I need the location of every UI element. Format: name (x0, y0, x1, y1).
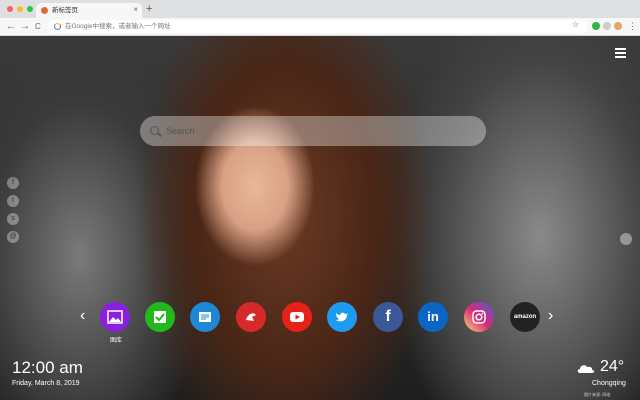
tab-bar: 新标签页 × + (0, 0, 640, 18)
linkedin-app-icon[interactable]: in (418, 302, 448, 332)
browser-toolbar: ← → C 在Google中搜索，或者输入一个网址 ☆ ⋮ (0, 18, 640, 36)
tab-new-tab[interactable]: 新标签页 × (36, 3, 142, 18)
instagram-app-icon[interactable] (464, 302, 494, 332)
youtube-app-icon[interactable] (282, 302, 312, 332)
user-icon[interactable] (620, 233, 632, 245)
menu-icon[interactable] (615, 48, 626, 60)
extension-green-icon[interactable] (592, 22, 600, 30)
tab-title: 新标签页 (52, 7, 78, 14)
search-icon (150, 126, 159, 135)
amazon-app-icon[interactable]: amazon (510, 302, 540, 332)
maximize-window-button[interactable] (27, 6, 33, 12)
gallery-app-label: 图库 (109, 338, 122, 344)
snapchat-icon[interactable]: s (7, 213, 19, 225)
search-bar[interactable]: Search (140, 116, 486, 146)
twitter-icon[interactable]: t (7, 195, 19, 207)
twitter-app-icon[interactable] (327, 302, 357, 332)
back-button[interactable]: ← (6, 19, 16, 34)
facebook-icon[interactable]: f (7, 177, 19, 189)
google-icon (54, 23, 61, 30)
bookmark-star-icon[interactable]: ☆ (572, 18, 579, 31)
clock: 12:00 am (12, 358, 83, 377)
extension-gray-icon[interactable] (603, 22, 611, 30)
address-bar-placeholder: 在Google中搜索，或者输入一个网址 (65, 23, 171, 30)
tab-close-button[interactable]: × (133, 4, 138, 16)
minimize-window-button[interactable] (17, 6, 23, 12)
profile-avatar[interactable] (614, 22, 622, 30)
checklist-app-icon[interactable] (145, 302, 175, 332)
temperature: 24° (600, 358, 625, 375)
close-window-button[interactable] (7, 6, 13, 12)
city: Chongqing (592, 380, 626, 387)
window-controls (7, 6, 33, 12)
previous-apps-arrow-icon[interactable]: ‹ (80, 306, 85, 326)
new-tab-button[interactable]: + (146, 2, 152, 16)
notes-app-icon[interactable] (190, 302, 220, 332)
gallery-app-icon[interactable] (100, 302, 130, 332)
facebook-app-icon[interactable]: f (373, 302, 403, 332)
browser-menu-icon[interactable]: ⋮ (628, 19, 637, 34)
new-tab-page: Search f t s @ ‹ › 图库 f in amazon 12:00 … (0, 36, 640, 400)
cloud-icon (577, 365, 595, 373)
mail-icon[interactable]: @ (7, 231, 19, 243)
next-apps-arrow-icon[interactable]: › (548, 306, 553, 326)
forward-button[interactable]: → (20, 19, 30, 34)
image-credit: 图片来源: 网络 (584, 392, 611, 397)
game-app-icon[interactable] (236, 302, 266, 332)
tab-favicon-icon (41, 7, 48, 14)
date: Friday, March 8, 2019 (12, 380, 80, 387)
address-bar[interactable]: 在Google中搜索，或者输入一个网址 (48, 20, 588, 33)
search-input[interactable]: Search (166, 116, 195, 146)
reload-button[interactable]: C (35, 19, 41, 34)
